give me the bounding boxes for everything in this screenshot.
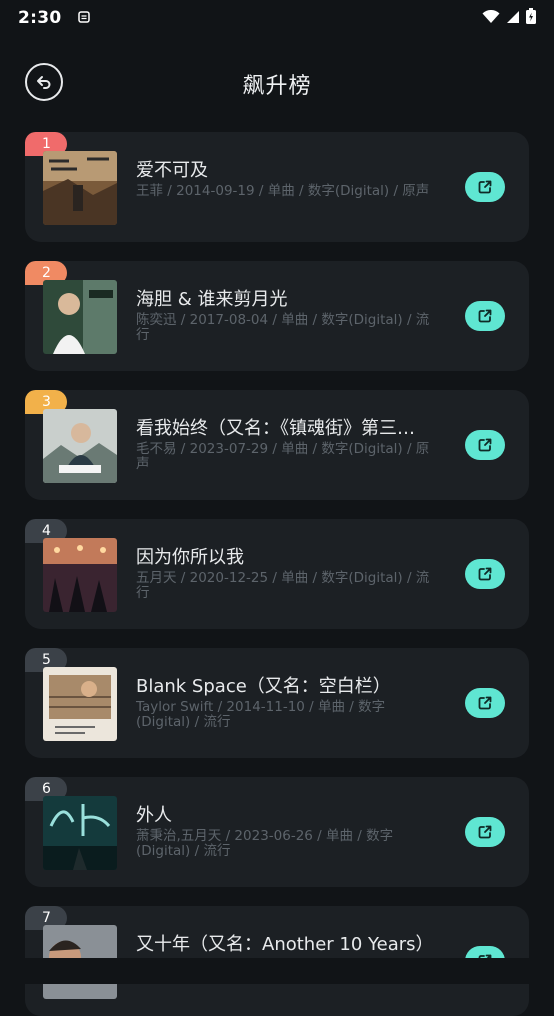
song-title: 海胆 & 谁来剪月光 — [136, 289, 288, 310]
song-meta: Taylor Swift / 2014-11-10 / 单曲 / 数字(Digi… — [136, 699, 386, 730]
song-card[interactable]: 5 Blank Space（又名：空白栏） Taylor Swift / 201… — [25, 648, 529, 758]
song-meta: 五月天 / 2020-12-25 / 单曲 / 数字(Digital) / 流行 — [136, 570, 430, 601]
album-cover — [43, 667, 117, 741]
open-link-button[interactable] — [465, 559, 505, 589]
external-link-icon — [478, 309, 492, 323]
external-link-icon — [478, 825, 492, 839]
song-meta: 萧秉治,五月天 / 2023-06-26 / 单曲 / 数字(Digital) … — [136, 828, 394, 859]
external-link-icon — [478, 180, 492, 194]
external-link-icon — [478, 567, 492, 581]
open-link-button[interactable] — [465, 301, 505, 331]
song-card[interactable]: 3 看我始终（又名：《镇魂街》第三… 毛不易 / 2023-07-29 / 单曲… — [25, 390, 529, 500]
external-link-icon — [478, 696, 492, 710]
song-title: 又十年（又名：Another 10 Years） — [136, 934, 434, 955]
external-link-icon — [478, 438, 492, 452]
album-cover — [43, 796, 117, 870]
song-title: 爱不可及 — [136, 160, 208, 181]
song-card[interactable]: 2 海胆 & 谁来剪月光 陈奕迅 / 2017-08-04 / 单曲 / 数字(… — [25, 261, 529, 371]
song-card[interactable]: 4 因为你所以我 五月天 / 2020-12-25 / 单曲 / 数字(Digi… — [25, 519, 529, 629]
album-cover — [43, 151, 117, 225]
album-cover — [43, 538, 117, 612]
song-card[interactable]: 1 爱不可及 王菲 / 2014-09-19 / 单曲 / 数字(Digital… — [25, 132, 529, 242]
bottom-edge — [0, 958, 554, 984]
song-title: 看我始终（又名：《镇魂街》第三… — [136, 418, 415, 439]
open-link-button[interactable] — [465, 172, 505, 202]
open-link-button[interactable] — [465, 688, 505, 718]
song-meta: 陈奕迅 / 2017-08-04 / 单曲 / 数字(Digital) / 流行 — [136, 312, 430, 343]
song-card[interactable]: 6 外人 萧秉治,五月天 / 2023-06-26 / 单曲 / 数字(Digi… — [25, 777, 529, 887]
song-title: Blank Space（又名：空白栏） — [136, 676, 391, 697]
album-cover — [43, 280, 117, 354]
open-link-button[interactable] — [465, 430, 505, 460]
song-meta: 毛不易 / 2023-07-29 / 单曲 / 数字(Digital) / 原声 — [136, 441, 430, 472]
album-cover — [43, 409, 117, 483]
song-title: 因为你所以我 — [136, 547, 244, 568]
open-link-button[interactable] — [465, 817, 505, 847]
song-meta: 王菲 / 2014-09-19 / 单曲 / 数字(Digital) / 原声 — [136, 183, 430, 199]
song-list: 1 爱不可及 王菲 / 2014-09-19 / 单曲 / 数字(Digital… — [0, 0, 554, 1016]
song-title: 外人 — [136, 805, 172, 826]
